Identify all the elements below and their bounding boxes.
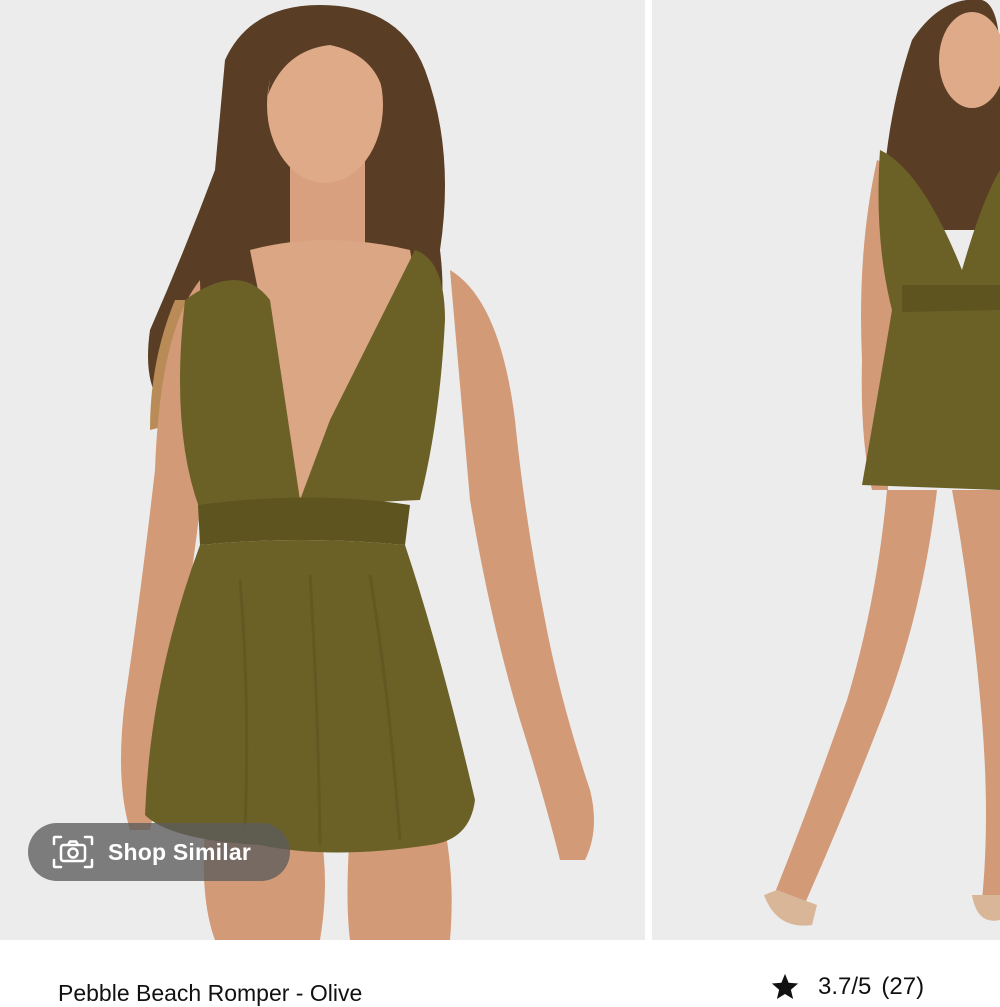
product-name[interactable]: Pebble Beach Romper - Olive: [58, 980, 362, 1007]
star-icon: [771, 973, 799, 999]
photo-divider: [645, 0, 652, 940]
second-product-photo[interactable]: [652, 0, 1000, 940]
product-info-bar: Pebble Beach Romper - Olive 3.7/5 (27): [0, 940, 1000, 1006]
model-full-illustration: [652, 0, 1000, 940]
product-image-gallery[interactable]: Shop Similar: [0, 0, 1000, 940]
product-rating[interactable]: 3.7/5 (27): [770, 972, 924, 1002]
main-product-photo[interactable]: [0, 0, 645, 940]
shop-similar-label: Shop Similar: [108, 838, 251, 865]
camera-icon: [52, 835, 94, 869]
rating-count: (27): [881, 973, 925, 1000]
model-front-illustration: [0, 0, 645, 940]
shop-similar-button[interactable]: Shop Similar: [28, 823, 290, 881]
rating-score: 3.7/5: [818, 973, 872, 1000]
